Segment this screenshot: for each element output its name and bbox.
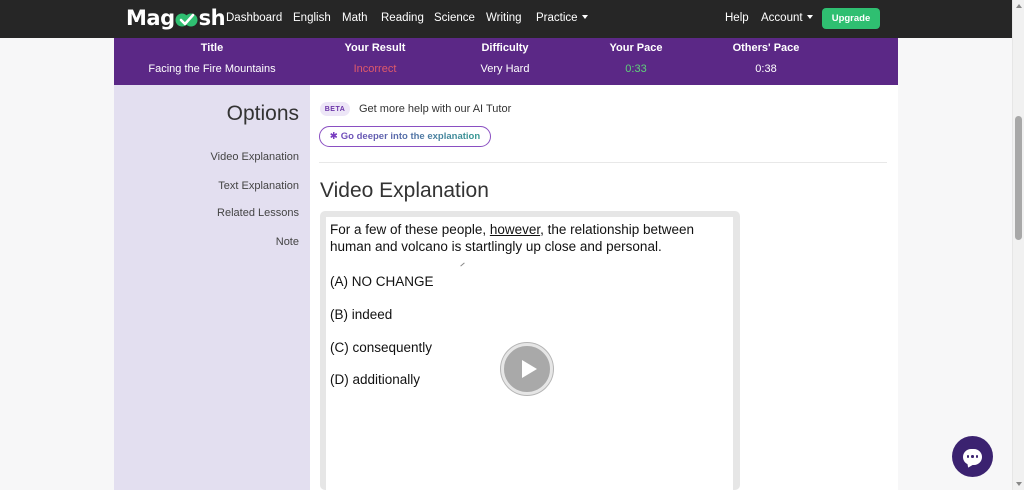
sidebar-item-note[interactable]: Note bbox=[276, 236, 299, 248]
scrollbar-thumb[interactable] bbox=[1015, 116, 1022, 240]
ai-tutor-text: Get more help with our AI Tutor bbox=[359, 103, 512, 115]
logo-text-right: sh bbox=[198, 6, 226, 30]
results-header-others-pace: Others' Pace bbox=[732, 42, 800, 54]
scroll-down-arrow-icon[interactable] bbox=[1016, 482, 1022, 486]
results-header-difficulty: Difficulty bbox=[481, 42, 529, 54]
go-deeper-label: Go deeper into the explanation bbox=[340, 131, 481, 142]
options-sidebar: Options Video Explanation Text Explanati… bbox=[114, 85, 310, 490]
chevron-down-icon bbox=[581, 15, 588, 19]
choice-b: (B) indeed bbox=[330, 307, 393, 322]
sidebar-item-text-explanation[interactable]: Text Explanation bbox=[218, 180, 299, 192]
nav-account[interactable]: Account bbox=[761, 12, 813, 24]
results-value-others-pace: 0:38 bbox=[755, 63, 777, 75]
top-navbar: Mag sh Dashboard English Math Reading Sc… bbox=[0, 0, 1012, 38]
nav-english[interactable]: English bbox=[293, 12, 331, 24]
results-summary-bar: Title Facing the Fire Mountains Your Res… bbox=[114, 38, 898, 85]
nav-dashboard[interactable]: Dashboard bbox=[226, 12, 282, 24]
choice-d: (D) additionally bbox=[330, 372, 421, 387]
sidebar-item-video-explanation[interactable]: Video Explanation bbox=[211, 151, 299, 163]
beta-badge: BETA bbox=[320, 102, 350, 116]
scroll-up-arrow-icon[interactable] bbox=[1016, 4, 1022, 8]
nav-account-label: Account bbox=[761, 12, 803, 24]
nav-help[interactable]: Help bbox=[725, 12, 749, 24]
choice-a: (A) NO CHANGE bbox=[330, 274, 434, 289]
pencil-cursor-icon bbox=[460, 262, 465, 267]
passage-before: For a few of these people, bbox=[330, 222, 490, 237]
nav-practice-label: Practice bbox=[536, 12, 578, 24]
sidebar-item-related-lessons[interactable]: Related Lessons bbox=[217, 207, 299, 219]
choice-c: (C) consequently bbox=[330, 340, 433, 355]
logo-check-icon bbox=[175, 10, 199, 28]
passage-underlined: however bbox=[489, 222, 541, 237]
results-value-title: Facing the Fire Mountains bbox=[148, 63, 276, 75]
section-title: Video Explanation bbox=[320, 179, 489, 202]
play-icon bbox=[521, 360, 537, 378]
results-value-difficulty: Very Hard bbox=[480, 63, 530, 75]
divider bbox=[319, 162, 887, 163]
magoosh-logo[interactable]: Mag sh bbox=[126, 6, 226, 30]
play-button[interactable] bbox=[501, 343, 553, 395]
logo-text-left: Mag bbox=[126, 6, 175, 30]
chevron-down-icon bbox=[806, 15, 813, 19]
chat-support-button[interactable] bbox=[952, 436, 993, 477]
nav-writing[interactable]: Writing bbox=[486, 12, 522, 24]
upgrade-button[interactable]: Upgrade bbox=[822, 8, 880, 29]
results-value-result: Incorrect bbox=[353, 63, 397, 75]
video-player[interactable]: For a few of these people, however, the … bbox=[320, 211, 740, 490]
sidebar-title: Options bbox=[226, 102, 299, 125]
page-scrollbar[interactable] bbox=[1012, 0, 1024, 490]
results-header-result: Your Result bbox=[344, 42, 406, 54]
results-header-your-pace: Your Pace bbox=[609, 42, 663, 54]
results-value-your-pace: 0:33 bbox=[625, 63, 647, 75]
nav-math[interactable]: Math bbox=[342, 12, 368, 24]
question-passage: For a few of these people, however, the … bbox=[330, 221, 730, 255]
nav-practice[interactable]: Practice bbox=[536, 12, 588, 24]
results-header-title: Title bbox=[200, 42, 224, 54]
nav-reading[interactable]: Reading bbox=[381, 12, 424, 24]
video-frame-content: For a few of these people, however, the … bbox=[326, 217, 733, 490]
go-deeper-button[interactable]: ✱ Go deeper into the explanation bbox=[319, 126, 491, 147]
nav-science[interactable]: Science bbox=[434, 12, 475, 24]
sparkle-icon: ✱ bbox=[329, 131, 338, 142]
main-content: BETA Get more help with our AI Tutor ✱ G… bbox=[310, 85, 898, 490]
chat-bubble-icon bbox=[963, 448, 982, 465]
